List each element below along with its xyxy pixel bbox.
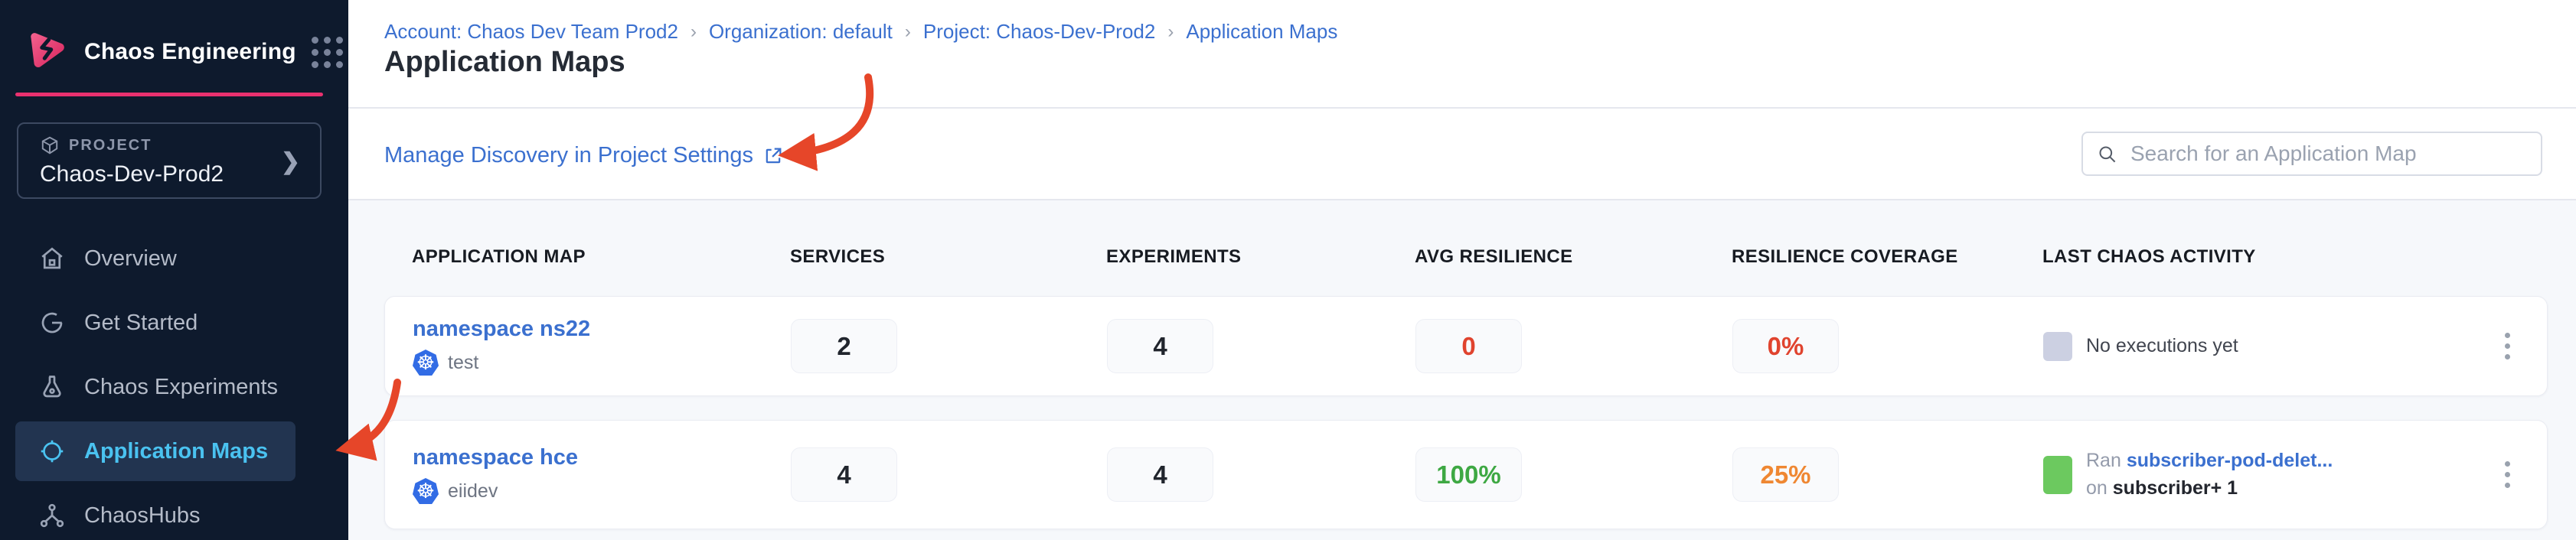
breadcrumb-separator: › <box>905 21 911 43</box>
kubernetes-icon: ☸ <box>413 478 439 504</box>
main-content: Account: Chaos Dev Team Prod2 › Organiza… <box>348 0 2576 540</box>
column-header-avg-resilience: AVG RESILIENCE <box>1415 246 1732 268</box>
kubernetes-icon: ☸ <box>413 350 439 376</box>
avg-resilience-value: 0 <box>1415 319 1522 373</box>
module-grid-icon[interactable] <box>312 37 343 68</box>
sidebar-item-label: Chaos Experiments <box>84 375 278 400</box>
manage-discovery-link[interactable]: Manage Discovery in Project Settings <box>384 143 784 168</box>
project-name: Chaos-Dev-Prod2 <box>40 161 302 187</box>
sidebar-nav: Overview Get Started Chaos Experiments <box>0 226 348 540</box>
search-icon <box>2097 144 2117 164</box>
manage-discovery-label: Manage Discovery in Project Settings <box>384 143 753 168</box>
sidebar-item-overview[interactable]: Overview <box>0 226 348 291</box>
row-menu-kebab-icon[interactable] <box>2499 327 2516 366</box>
application-map-search[interactable] <box>2081 132 2542 176</box>
cube-icon <box>40 135 60 155</box>
environment-label: eiidev <box>448 480 498 503</box>
resilience-coverage-value: 25% <box>1732 447 1839 502</box>
breadcrumb-separator: › <box>1167 21 1174 43</box>
table-row[interactable]: namespace hce ☸ eiidev 4 4 100% 25% Ran … <box>384 420 2548 529</box>
experiments-count: 4 <box>1107 319 1213 373</box>
page-title: Application Maps <box>384 46 625 79</box>
activity-target: subscriber+ 1 <box>2113 477 2238 499</box>
target-icon <box>38 438 66 465</box>
application-map-link[interactable]: namespace hce <box>413 445 791 470</box>
on-label: on <box>2086 477 2107 499</box>
app-title: Chaos Engineering <box>84 39 296 65</box>
services-count: 4 <box>791 447 897 502</box>
chevron-right-icon: ❯ <box>281 148 300 175</box>
services-count: 2 <box>791 319 897 373</box>
breadcrumb-account[interactable]: Account: Chaos Dev Team Prod2 <box>384 20 678 44</box>
row-menu-kebab-icon[interactable] <box>2499 455 2516 494</box>
home-icon <box>38 245 66 272</box>
table-header-row: APPLICATION MAP SERVICES EXPERIMENTS AVG… <box>384 246 2548 268</box>
sidebar: Chaos Engineering PROJECT Chaos-Dev-Prod… <box>0 0 348 540</box>
sidebar-item-label: Application Maps <box>84 439 268 464</box>
application-map-cell: namespace hce ☸ eiidev <box>413 445 791 504</box>
avg-resilience-value: 100% <box>1415 447 1522 502</box>
sidebar-item-label: Get Started <box>84 311 198 336</box>
no-execution-status-chip <box>2043 332 2072 361</box>
breadcrumb-current-page[interactable]: Application Maps <box>1186 20 1337 44</box>
experiment-link[interactable]: subscriber-pod-delet... <box>2127 450 2333 471</box>
breadcrumb-organization[interactable]: Organization: default <box>709 20 893 44</box>
sidebar-item-label: ChaosHubs <box>84 503 201 529</box>
application-map-link[interactable]: namespace ns22 <box>413 317 791 342</box>
last-chaos-activity-cell: No executions yet <box>2043 332 2467 361</box>
success-status-chip <box>2043 456 2072 494</box>
brand-accent-rule <box>15 93 323 96</box>
external-link-icon <box>762 145 784 167</box>
sidebar-item-chaoshubs[interactable]: ChaosHubs <box>0 483 348 540</box>
sidebar-item-label: Overview <box>84 246 177 272</box>
application-map-cell: namespace ns22 ☸ test <box>413 317 791 376</box>
breadcrumb-project[interactable]: Project: Chaos-Dev-Prod2 <box>923 20 1155 44</box>
sidebar-header: Chaos Engineering <box>0 0 348 75</box>
application-maps-table: APPLICATION MAP SERVICES EXPERIMENTS AVG… <box>348 200 2576 540</box>
column-header-experiments: EXPERIMENTS <box>1106 246 1415 268</box>
chaos-engineering-logo <box>23 29 69 75</box>
environment-label: test <box>448 352 478 374</box>
breadcrumb-separator: › <box>691 21 697 43</box>
chaos-engineering-app: Chaos Engineering PROJECT Chaos-Dev-Prod… <box>0 0 2576 540</box>
last-chaos-activity-cell: Ran subscriber-pod-delet... on subscribe… <box>2043 447 2467 502</box>
column-header-application-map: APPLICATION MAP <box>412 246 790 268</box>
column-header-last-chaos-activity: LAST CHAOS ACTIVITY <box>2042 246 2467 268</box>
network-icon <box>38 502 66 529</box>
column-header-services: SERVICES <box>790 246 1106 268</box>
get-started-icon <box>38 309 66 337</box>
sidebar-item-chaos-experiments[interactable]: Chaos Experiments <box>0 355 348 419</box>
sidebar-item-application-maps[interactable]: Application Maps <box>15 421 295 481</box>
column-header-resilience-coverage: RESILIENCE COVERAGE <box>1732 246 2042 268</box>
resilience-coverage-value: 0% <box>1732 319 1839 373</box>
experiments-count: 4 <box>1107 447 1213 502</box>
sidebar-item-get-started[interactable]: Get Started <box>0 291 348 355</box>
search-input[interactable] <box>2129 141 2527 167</box>
table-row[interactable]: namespace ns22 ☸ test 2 4 0 0% No execut… <box>384 296 2548 396</box>
project-label: PROJECT <box>69 137 152 155</box>
flask-icon <box>38 373 66 401</box>
breadcrumb: Account: Chaos Dev Team Prod2 › Organiza… <box>384 20 1337 44</box>
project-selector[interactable]: PROJECT Chaos-Dev-Prod2 ❯ <box>17 122 322 199</box>
header-divider <box>348 107 2576 109</box>
activity-text: No executions yet <box>2086 335 2238 357</box>
ran-label: Ran <box>2086 450 2121 471</box>
